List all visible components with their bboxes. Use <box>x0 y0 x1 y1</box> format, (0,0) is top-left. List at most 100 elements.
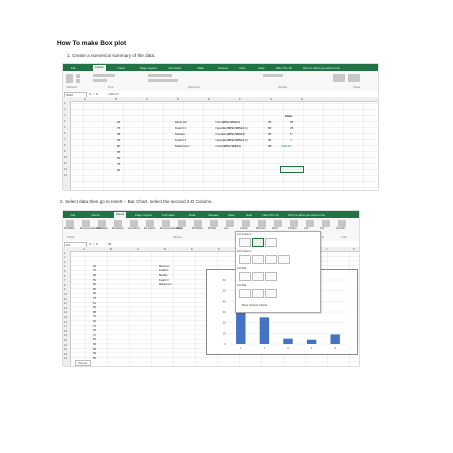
3d-clustered-bar-icon[interactable] <box>239 289 251 298</box>
ribbon-link-label[interactable]: Link <box>304 228 308 230</box>
column-header-b[interactable]: B <box>110 247 112 251</box>
row-header-4[interactable]: 4 <box>64 120 65 123</box>
column-header-g[interactable]: G <box>270 97 272 101</box>
ribbon-win-loss-icon[interactable] <box>258 220 266 227</box>
data-cell[interactable]: 98 <box>117 132 120 136</box>
100-stacked-bar-icon[interactable] <box>265 272 277 281</box>
more-column-charts-link[interactable]: More Column Charts... <box>242 304 269 307</box>
diff-value[interactable]: 55 <box>290 120 293 124</box>
column-header-d[interactable]: D <box>177 97 179 101</box>
ribbon-recommended-charts-icon[interactable] <box>162 220 170 227</box>
row-header[interactable]: 4 <box>64 265 65 268</box>
ribbon-tab-nitro-pro-10[interactable]: Nitro Pro 10 <box>276 66 292 70</box>
merge-center-button[interactable] <box>148 79 178 82</box>
paste-icon[interactable] <box>66 74 73 83</box>
ribbon-symbols-icon[interactable] <box>338 220 346 227</box>
row-header[interactable]: 18 <box>64 330 67 333</box>
ribbon-illustrations-label[interactable]: Illustrations <box>112 228 124 230</box>
data-cell[interactable]: 76 <box>117 126 120 130</box>
ribbon-recommended-pivottables-icon[interactable] <box>82 220 90 227</box>
row-header[interactable]: 3 <box>64 261 65 264</box>
data-cell[interactable]: 94 <box>117 120 120 124</box>
sheet-tab-sheet1[interactable]: Sheet1 <box>75 360 91 366</box>
ribbon-tab-formulas[interactable]: Formulas <box>162 213 175 217</box>
stat-value[interactable]: 85 <box>268 132 271 136</box>
ribbon-3d-map-icon[interactable] <box>210 220 218 227</box>
ribbon-line-icon[interactable] <box>226 220 234 227</box>
3d-column-icon[interactable] <box>278 255 290 264</box>
chart-bar[interactable] <box>330 334 340 344</box>
ribbon-my-add-ins-icon[interactable] <box>146 220 154 227</box>
stat-label[interactable]: Kuartil 1 <box>175 126 186 130</box>
chart-bar[interactable] <box>259 317 270 344</box>
row-header[interactable]: 1 <box>64 252 65 255</box>
copy-icon[interactable] <box>76 79 80 83</box>
row-header-12[interactable]: 12 <box>64 168 67 171</box>
formula-input[interactable]: =G8-G7 <box>108 92 119 96</box>
row-header-10[interactable]: 10 <box>64 156 67 159</box>
data-cell[interactable]: 86 <box>93 357 96 360</box>
data-cell[interactable]: 75 <box>93 315 96 318</box>
ribbon-link-icon[interactable] <box>306 220 314 227</box>
row-header[interactable]: 9 <box>64 288 65 291</box>
column-header-a[interactable]: A <box>84 97 86 101</box>
3d-stacked-column-icon[interactable] <box>252 255 264 264</box>
ribbon-symbols-label[interactable]: Symbols <box>336 228 345 230</box>
ribbon-my-add-ins-label[interactable]: My Add-ins <box>144 228 155 230</box>
ribbon-tab-nitro-pro-10[interactable]: Nitro Pro 10 <box>263 213 279 217</box>
ribbon-maps-label[interactable]: Maps <box>176 228 182 230</box>
ribbon-recommended-pivottables-label[interactable]: Recommended PivotTables <box>80 228 108 230</box>
row-header[interactable]: 23 <box>64 353 67 356</box>
data-cell[interactable]: 82 <box>117 156 120 160</box>
stat-label[interactable]: Kuartil 3 <box>159 279 169 282</box>
ribbon-pivotchart-label[interactable]: PivotChart <box>192 228 203 230</box>
stat-formula[interactable]: =max($B$4:$B$24) <box>215 144 241 148</box>
insert-column-chart-dropdown[interactable]: 2-D Column 3-D Column 2-D Bar 3-D Bar Mo… <box>235 231 321 313</box>
ribbon-tab-help[interactable]: Help <box>258 66 264 70</box>
ribbon-timeline-label[interactable]: Timeline <box>288 228 297 230</box>
row-header[interactable]: 14 <box>64 311 67 314</box>
stat-label[interactable]: Median <box>159 274 168 277</box>
stat-formula[interactable]: =median($B$4:$B$24) <box>215 132 245 136</box>
row-header[interactable]: 12 <box>64 302 67 305</box>
row-header-11[interactable]: 11 <box>64 162 67 165</box>
row-header[interactable]: 6 <box>64 275 65 278</box>
sheet-grid[interactable]: ABCDEFGH 1 2 3 4 5 6 7 8 9 10 11 12 13 94 76 98 55 80 85 8… <box>63 97 378 190</box>
ribbon-maps-icon[interactable] <box>178 220 186 227</box>
3d-clustered-column-icon[interactable] <box>239 255 251 264</box>
conditional-formatting-button[interactable] <box>333 74 345 82</box>
stat-value[interactable]: 55 <box>268 120 271 124</box>
chart-bar[interactable] <box>283 338 293 344</box>
data-cell[interactable]: 72 <box>93 334 96 337</box>
stacked-bar-icon[interactable] <box>252 272 264 281</box>
ribbon-tab-tell-me-what-you-want-to-do[interactable]: Tell me what you want to do <box>303 66 340 70</box>
row-header-6[interactable]: 6 <box>64 132 65 135</box>
column-header-e[interactable]: E <box>191 247 193 251</box>
column-header-h[interactable]: H <box>301 97 303 101</box>
data-cell[interactable]: 81 <box>93 302 96 305</box>
diff-value[interactable]: 4 <box>290 138 292 142</box>
ribbon-get-add-ins-label[interactable]: Get Add-ins <box>128 228 140 230</box>
ribbon-tab-review[interactable]: Review <box>218 66 228 70</box>
stat-label[interactable]: Median <box>175 132 185 136</box>
column-header-d[interactable]: D <box>164 247 166 251</box>
row-header-13[interactable]: 13 <box>64 174 67 177</box>
stat-value[interactable]: 80 <box>268 126 271 130</box>
row-header[interactable]: 7 <box>64 279 65 282</box>
ribbon-text-label[interactable]: Text <box>320 228 324 230</box>
data-cell[interactable]: 90 <box>93 306 96 309</box>
ribbon-tab-file[interactable]: File <box>71 66 76 70</box>
ribbon-slicer-label[interactable]: Slicer <box>272 228 278 230</box>
row-header-9[interactable]: 9 <box>64 150 65 153</box>
stat-value[interactable]: 90 <box>268 138 271 142</box>
ribbon-tab-data[interactable]: Data <box>197 66 203 70</box>
data-cell[interactable]: 80 <box>117 144 120 148</box>
3d-100-stacked-column-icon[interactable] <box>265 255 277 264</box>
selected-cell[interactable] <box>280 166 304 173</box>
ribbon-tab-formulas[interactable]: Formulas <box>169 66 182 70</box>
clustered-bar-icon[interactable] <box>239 272 251 281</box>
row-header[interactable]: 10 <box>64 293 67 296</box>
data-cell[interactable]: 98 <box>93 274 96 277</box>
row-header[interactable]: 16 <box>64 321 67 324</box>
ribbon-table-label[interactable]: Table <box>96 228 102 230</box>
